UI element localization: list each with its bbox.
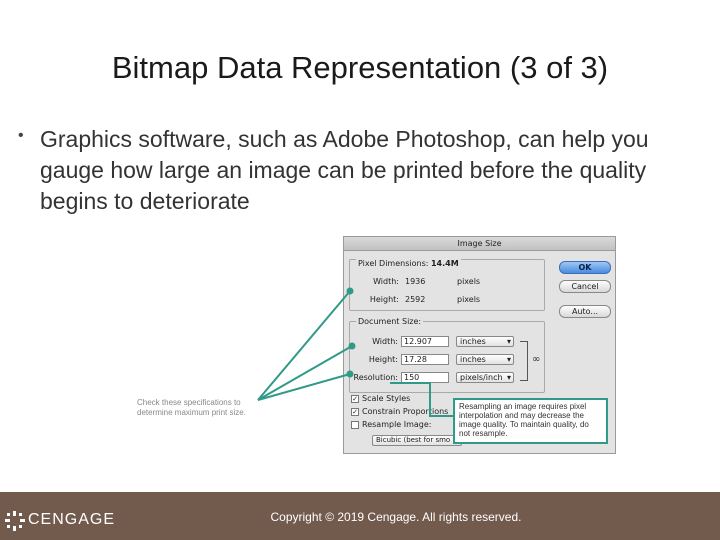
callout-lines xyxy=(257,287,453,417)
resample-callout: Resampling an image requires pixel inter… xyxy=(453,398,608,444)
side-note: Check these specifications to determine … xyxy=(137,398,246,417)
copyright-text: Copyright © 2019 Cengage. All rights res… xyxy=(270,510,522,524)
